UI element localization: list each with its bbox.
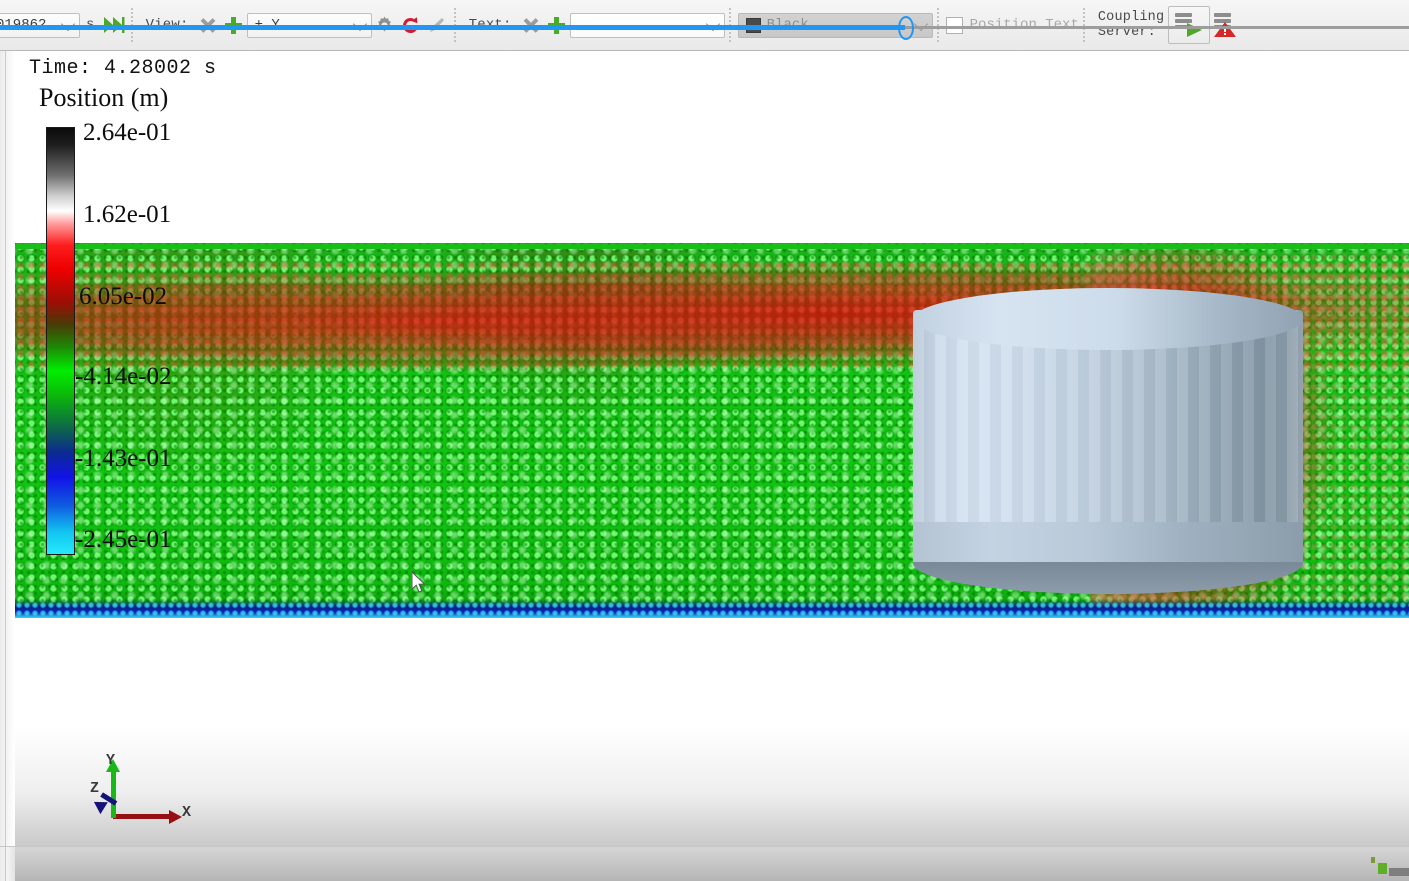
viewport-floor-gradient [15, 726, 1409, 846]
axis-x-arrowhead [169, 810, 182, 824]
colorbar-tick-5: -2.45e-01 [75, 526, 172, 553]
position-text-checkbox[interactable] [945, 16, 963, 34]
status-indicator-green [1378, 863, 1387, 874]
render-viewport[interactable]: Time: 4.28002 s Position (m) 2.64e-01 1.… [0, 51, 1409, 846]
toolbar-separator [1082, 8, 1088, 42]
status-indicator-stem [1371, 857, 1375, 863]
bottom-bar [0, 846, 1409, 881]
colorbar-tick-4: -1.43e-01 [75, 445, 172, 472]
cylinder-obstacle [913, 288, 1303, 594]
colorbar-tick-1: 1.62e-01 [83, 201, 172, 228]
cursor-arrow-icon [412, 572, 426, 593]
coupling-server-label-line1: Coupling [1097, 10, 1165, 25]
server-play-icon [1175, 13, 1203, 37]
mouse-pointer [412, 572, 428, 596]
colorbar-tick-2: 6.05e-02 [79, 283, 168, 310]
colorbar-gradient [46, 127, 75, 555]
viewport-left-rail [0, 51, 16, 846]
cylinder-top-cap [913, 288, 1303, 350]
cylinder-lower-body [913, 522, 1303, 562]
server-start-button[interactable] [1168, 6, 1211, 44]
coupling-server-group: Coupling Server: [1092, 0, 1244, 50]
axis-y-label: Y [106, 752, 116, 769]
position-text-group: Position Text [945, 0, 1079, 50]
axis-z-label: Z [90, 780, 100, 797]
axis-triad: X Y Z [85, 752, 205, 836]
axis-y-arrow [111, 770, 116, 818]
render-canvas[interactable]: Time: 4.28002 s Position (m) 2.64e-01 1.… [15, 51, 1409, 846]
colorbar-tick-3: -4.14e-02 [75, 363, 172, 390]
particle-bed-top-surface [15, 243, 1409, 253]
colorbar-tick-0: 2.64e-01 [83, 119, 172, 146]
time-readout: Time: 4.28002 s [29, 57, 217, 80]
axis-x-label: X [182, 804, 192, 821]
particle-bed-bottom-speckle [15, 602, 1409, 618]
colorbar-title: Position (m) [39, 83, 169, 112]
application-window: 019862 s View: + Y [0, 0, 1409, 881]
server-warning-button[interactable] [1210, 7, 1244, 43]
timeline-slider-handle[interactable] [898, 16, 914, 40]
timeline-slider-fill[interactable] [0, 25, 905, 30]
bottom-left-rail [0, 847, 15, 881]
axis-x-arrow [113, 814, 171, 819]
toolbar-separator [936, 8, 942, 42]
position-text-label: Position Text [969, 17, 1079, 33]
coupling-server-label: Coupling Server: [1092, 10, 1168, 40]
status-indicator-gray [1389, 868, 1409, 876]
server-warning-icon [1214, 13, 1237, 37]
